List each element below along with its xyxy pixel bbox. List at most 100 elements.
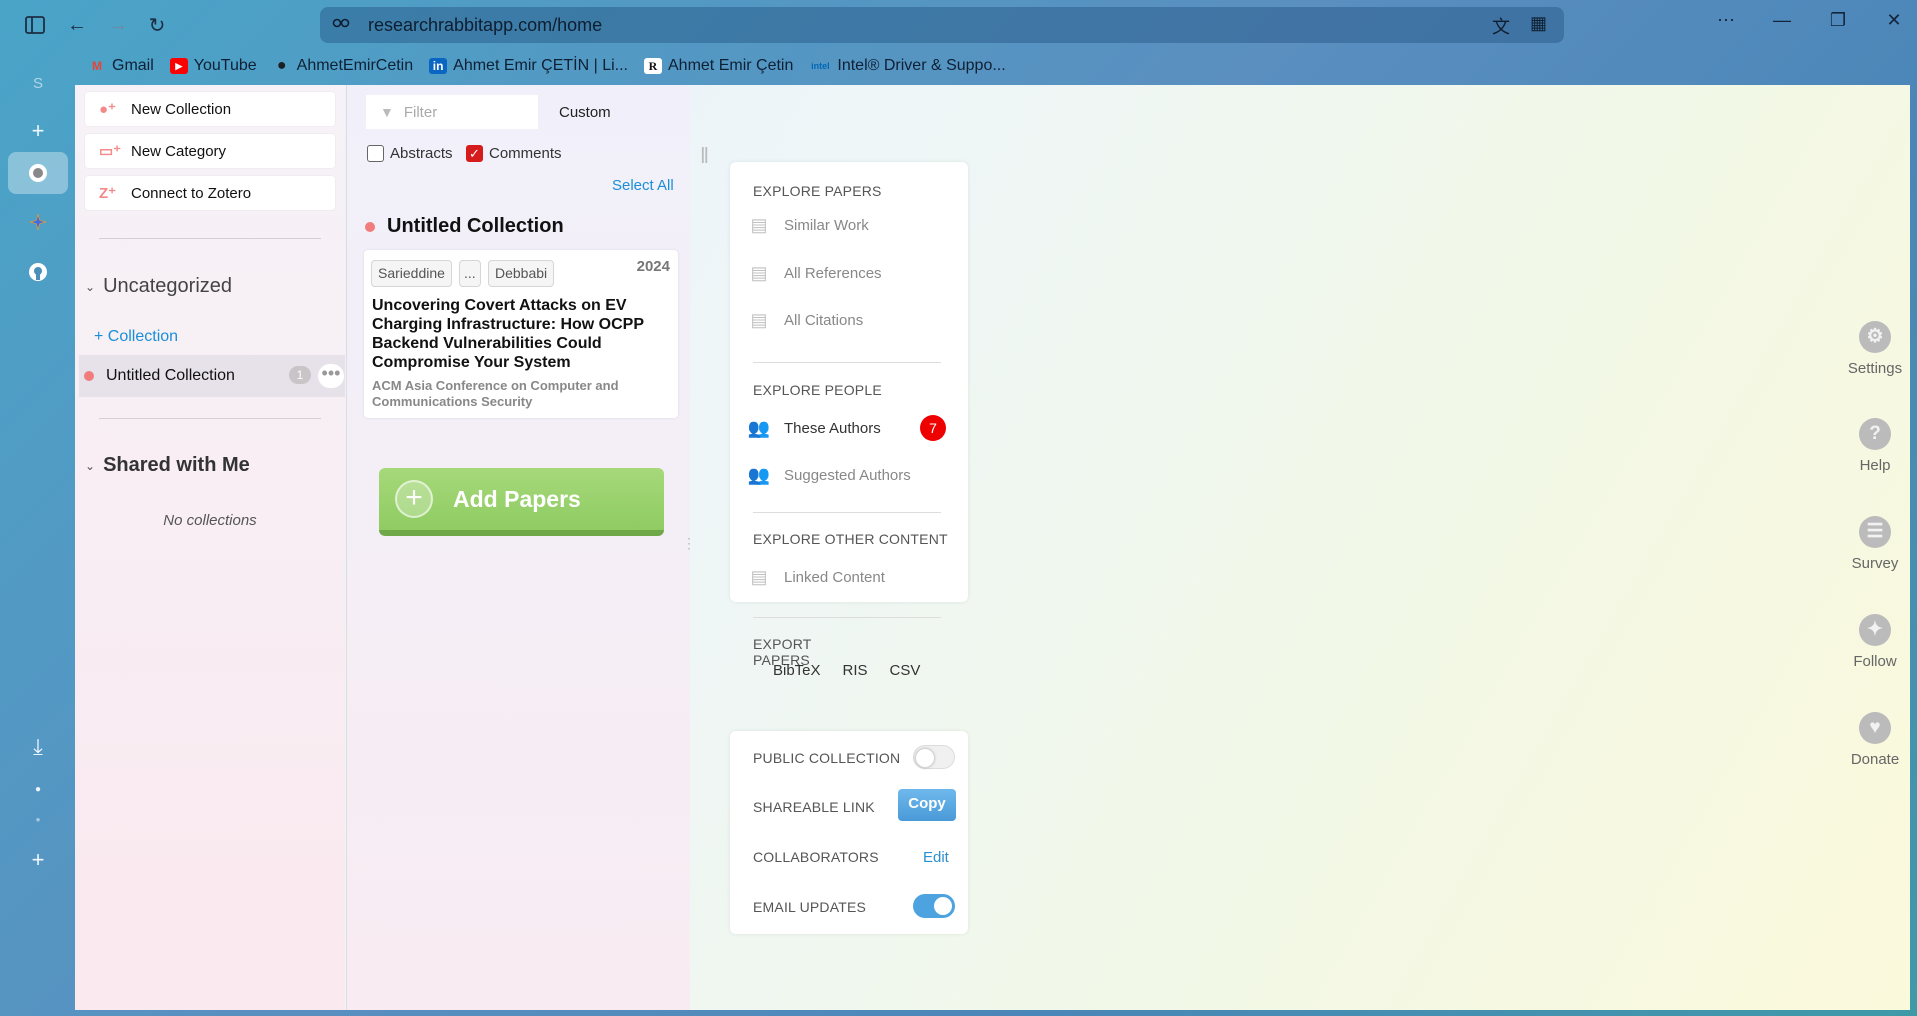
column-resize-handle-icon[interactable]: ‖ <box>700 143 709 169</box>
select-all-link[interactable]: Select All <box>612 177 674 194</box>
all-references-button[interactable]: ▤ All References <box>748 262 881 284</box>
all-citations-label: All Citations <box>784 311 864 329</box>
toggle-knob <box>916 749 934 767</box>
sort-dropdown[interactable]: Custom <box>559 104 611 121</box>
author-chip[interactable]: Debbabi <box>488 260 555 287</box>
new-category-label: New Category <box>131 142 227 160</box>
these-authors-button[interactable]: 👥 These Authors <box>748 417 881 439</box>
add-papers-button[interactable]: + Add Papers <box>379 468 664 536</box>
resize-handle-icon[interactable]: ⋮ <box>682 535 696 552</box>
collection-title: Untitled Collection <box>365 215 564 238</box>
email-updates-toggle[interactable] <box>913 894 955 918</box>
download-icon[interactable]: ⤓ <box>8 726 68 768</box>
connect-zotero-button[interactable]: Z⁺ Connect to Zotero <box>85 176 335 210</box>
sidebar-dot-icon[interactable]: ● <box>8 798 68 840</box>
reload-icon[interactable]: ↻ <box>143 11 171 39</box>
filter-input[interactable]: ▼ Filter <box>366 95 538 129</box>
researchgate-icon: R <box>644 58 662 74</box>
collection-color-dot <box>84 371 94 381</box>
bookmark-researchgate[interactable]: R Ahmet Emir Çetin <box>644 57 793 75</box>
add-collection-link[interactable]: + Collection <box>94 328 178 346</box>
similar-work-button[interactable]: ▤ Similar Work <box>748 214 868 236</box>
github-sidebar-icon[interactable] <box>8 251 68 293</box>
bookmark-gmail[interactable]: M Gmail <box>88 57 154 75</box>
linked-content-icon: ▤ <box>750 566 768 587</box>
email-updates-label: EMAIL UPDATES <box>753 899 867 915</box>
chevron-down-icon: ⌄ <box>85 458 96 473</box>
author-chip-ellipsis[interactable]: ... <box>459 260 481 287</box>
these-authors-label: These Authors <box>784 419 881 437</box>
bookmark-intel[interactable]: intel Intel® Driver & Suppo... <box>809 57 1006 75</box>
bookmark-youtube[interactable]: ▶ YouTube <box>169 57 257 75</box>
bookmark-linkedin[interactable]: in Ahmet Emir ÇETİN | Li... <box>429 57 628 75</box>
restore-icon[interactable]: ❐ <box>1823 10 1853 31</box>
linked-content-button[interactable]: ▤ Linked Content <box>748 566 884 588</box>
comments-checkbox-box[interactable]: ✓ <box>466 145 483 162</box>
divider <box>753 512 941 513</box>
collection-item[interactable]: Untitled Collection 1 ••• <box>79 355 345 397</box>
translate-icon[interactable]: 文 <box>1492 13 1510 39</box>
donate-nav[interactable]: ♥ Donate <box>1840 712 1910 768</box>
donate-label: Donate <box>1850 751 1900 768</box>
paper-title[interactable]: Uncovering Covert Attacks on EV Charging… <box>372 296 672 372</box>
sparkle-icon[interactable] <box>8 201 68 243</box>
paper-card[interactable]: Sarieddine ... Debbabi 2024 Uncovering C… <box>364 250 678 418</box>
address-bar[interactable]: researchrabbitapp.com/home 文 ▦ <box>320 7 1564 43</box>
sidebar-profile-initial[interactable]: S <box>8 62 68 104</box>
zotero-icon: Z⁺ <box>99 185 117 202</box>
new-collection-label: New Collection <box>131 100 232 118</box>
abstracts-label: Abstracts <box>390 145 453 162</box>
abstracts-checkbox[interactable]: Abstracts <box>367 145 453 162</box>
comments-checkbox[interactable]: ✓ Comments <box>466 145 562 162</box>
close-window-icon[interactable]: ✕ <box>1879 10 1909 31</box>
new-category-button[interactable]: ▭⁺ New Category <box>85 134 335 168</box>
edit-collaborators-link[interactable]: Edit <box>923 849 949 866</box>
heart-icon: ♥ <box>1859 712 1891 744</box>
collection-color-dot <box>365 221 375 232</box>
paper-year: 2024 <box>636 258 670 275</box>
collection-item-label: Untitled Collection <box>106 367 235 384</box>
settings-nav[interactable]: ⚙ Settings <box>1840 321 1910 377</box>
copy-link-button[interactable]: Copy <box>898 789 956 821</box>
shared-with-me-header[interactable]: ⌄ Shared with Me <box>85 454 250 477</box>
reader-mode-icon[interactable]: ▦ <box>1530 13 1547 34</box>
explore-other-header: EXPLORE OTHER CONTENT <box>753 531 948 547</box>
survey-nav[interactable]: ☰ Survey <box>1840 516 1910 572</box>
people-icon: 👥 <box>747 464 771 485</box>
site-info-icon[interactable] <box>332 15 354 35</box>
author-chip[interactable]: Sarieddine <box>371 260 452 287</box>
minimize-icon[interactable]: — <box>1767 10 1797 31</box>
new-collection-icon: ●⁺ <box>99 101 116 118</box>
help-nav[interactable]: ? Help <box>1840 418 1910 474</box>
comments-label: Comments <box>489 145 562 162</box>
suggested-authors-label: Suggested Authors <box>784 466 911 484</box>
collection-settings-panel: PUBLIC COLLECTION SHAREABLE LINK Copy CO… <box>730 731 968 934</box>
follow-nav[interactable]: ✦ Follow <box>1840 614 1910 670</box>
researchrabbit-tab-icon[interactable] <box>8 152 68 194</box>
abstracts-checkbox-box[interactable] <box>367 145 384 162</box>
collection-more-icon[interactable]: ••• <box>318 364 344 388</box>
sidebar-toggle-icon[interactable] <box>21 11 49 39</box>
sidebar-add-icon[interactable]: + <box>8 110 68 152</box>
all-citations-button[interactable]: ▤ All Citations <box>748 309 863 331</box>
researchrabbit-app: ●⁺ New Collection ▭⁺ New Category Z⁺ Con… <box>75 85 1910 1010</box>
more-options-icon[interactable]: ⋯ <box>1711 10 1741 31</box>
explore-people-header: EXPLORE PEOPLE <box>753 382 882 398</box>
export-csv-button[interactable]: CSV <box>890 662 921 679</box>
youtube-icon: ▶ <box>169 58 188 74</box>
new-collection-button[interactable]: ●⁺ New Collection <box>85 92 335 126</box>
bookmark-github[interactable]: ● AhmetEmirCetin <box>273 57 413 75</box>
browser-toolbar: ← → ↻ researchrabbitapp.com/home 文 ▦ ⋯ —… <box>0 0 1917 50</box>
uncategorized-label: Uncategorized <box>103 275 233 297</box>
document-icon: ▤ <box>750 214 768 235</box>
sidebar-add-bottom-icon[interactable]: + <box>8 839 68 881</box>
uncategorized-header[interactable]: ⌄ Uncategorized <box>85 275 232 298</box>
suggested-authors-button[interactable]: 👥 Suggested Authors <box>748 464 911 486</box>
back-icon[interactable]: ← <box>63 11 91 39</box>
export-ris-button[interactable]: RIS <box>843 662 868 679</box>
paper-venue: ACM Asia Conference on Computer and Comm… <box>372 378 619 409</box>
export-bibtex-button[interactable]: BibTeX <box>773 662 821 679</box>
forward-icon[interactable]: → <box>104 11 132 39</box>
survey-label: Survey <box>1851 555 1899 572</box>
public-collection-toggle[interactable] <box>913 745 955 769</box>
